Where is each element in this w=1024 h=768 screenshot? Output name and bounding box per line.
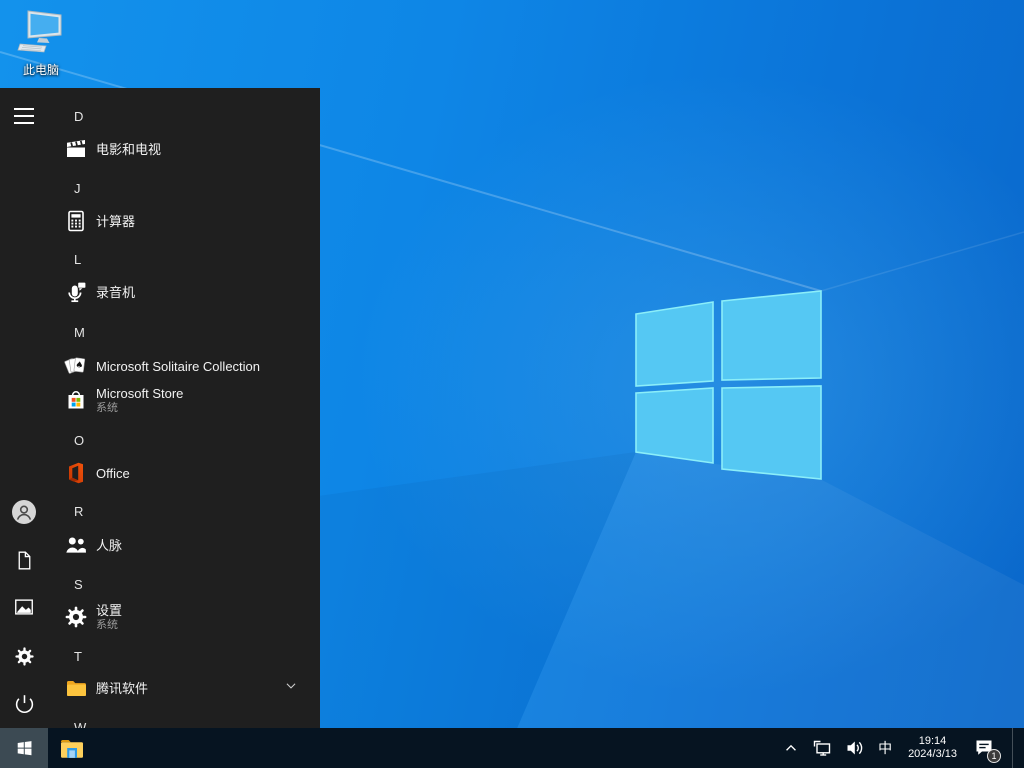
app-label: 计算器	[96, 213, 136, 229]
app-label: Office	[96, 465, 130, 481]
hamburger-menu-button[interactable]	[14, 108, 34, 124]
app-label: 腾讯软件	[96, 680, 149, 696]
app-folder-tencent[interactable]: 腾讯软件	[48, 671, 320, 705]
chevron-down-icon[interactable]	[284, 679, 298, 698]
settings-button-rail[interactable]	[12, 644, 36, 668]
show-desktop-button[interactable]	[1012, 728, 1016, 768]
section-letter-w[interactable]: W	[48, 717, 320, 729]
start-button[interactable]	[0, 728, 48, 768]
app-label: 电影和电视	[96, 141, 162, 157]
app-sublabel: 系统	[96, 401, 118, 414]
app-microsoft-store[interactable]: Microsoft Store 系统	[48, 378, 320, 422]
start-menu-rail	[0, 88, 48, 728]
documents-button[interactable]	[12, 548, 36, 572]
calculator-icon	[64, 209, 88, 233]
pictures-button[interactable]	[12, 595, 36, 619]
playing-cards-icon: ♠	[64, 354, 88, 378]
app-movies-tv[interactable]: 电影和电视	[48, 132, 320, 166]
folder-icon	[64, 676, 88, 700]
app-calculator[interactable]: 计算器	[48, 204, 320, 238]
document-icon	[18, 551, 30, 569]
user-avatar-icon	[12, 500, 36, 524]
chevron-up-icon	[786, 744, 796, 751]
system-tray: 中 19:14 2024/3/13 1	[783, 728, 1016, 768]
app-label: Microsoft Solitaire Collection	[96, 358, 261, 374]
gear-icon	[14, 646, 34, 666]
windows-logo-icon	[17, 740, 31, 755]
power-icon	[15, 694, 33, 713]
this-pc-icon	[17, 10, 62, 53]
microphone-icon	[64, 280, 88, 304]
windows-flag-panes	[635, 290, 822, 480]
clock[interactable]: 19:14 2024/3/13	[905, 735, 960, 761]
notification-badge: 1	[987, 749, 1001, 763]
store-bag-icon	[64, 388, 88, 412]
hidden-icons-button[interactable]	[783, 740, 799, 756]
section-letter-r[interactable]: R	[48, 501, 320, 521]
app-label: 人脉	[96, 537, 123, 553]
section-letter-d[interactable]: D	[48, 106, 320, 126]
start-menu: D 电影和电视 J 计算器 L 录音机 M ♠ Microsoft Solita…	[0, 88, 320, 728]
speaker-icon	[847, 741, 863, 755]
office-logo-icon	[64, 461, 88, 485]
section-letter-m[interactable]: M	[48, 322, 320, 342]
taskbar: 中 19:14 2024/3/13 1	[0, 728, 1024, 768]
section-letter-l[interactable]: L	[48, 249, 320, 269]
network-button[interactable]	[812, 738, 832, 758]
app-voice-recorder[interactable]: 录音机	[48, 275, 320, 309]
people-icon	[64, 533, 88, 557]
desktop-icon-this-pc[interactable]: 此电脑	[10, 8, 72, 78]
windows-desktop: 此电脑 D 电影和电视 J 计算器 L 录音机 M ♠ Microsoft So…	[0, 0, 1024, 768]
app-sublabel: 系统	[96, 618, 118, 631]
tray-date: 2024/3/13	[908, 748, 957, 760]
section-letter-j[interactable]: J	[48, 178, 320, 198]
section-letter-s[interactable]: S	[48, 574, 320, 594]
app-label: Microsoft Store	[96, 385, 184, 401]
section-letter-t[interactable]: T	[48, 646, 320, 666]
start-menu-app-list: D 电影和电视 J 计算器 L 录音机 M ♠ Microsoft Solita…	[48, 88, 320, 728]
ethernet-icon	[813, 740, 831, 756]
user-account-button[interactable]	[12, 500, 36, 524]
file-explorer-icon	[61, 739, 83, 758]
tray-time: 19:14	[918, 735, 947, 747]
svg-text:♠: ♠	[75, 360, 84, 371]
app-label: 录音机	[96, 284, 136, 300]
app-office[interactable]: Office	[48, 456, 320, 490]
power-button[interactable]	[12, 691, 36, 715]
action-center-button[interactable]: 1	[973, 737, 1001, 763]
desktop-icon-label: 此电脑	[22, 63, 59, 77]
file-explorer-button[interactable]	[48, 728, 96, 768]
app-settings[interactable]: 设置 系统	[48, 595, 320, 639]
app-label: 设置	[96, 602, 123, 618]
pictures-icon	[15, 599, 33, 615]
section-letter-o[interactable]: O	[48, 430, 320, 450]
volume-button[interactable]	[845, 738, 865, 758]
settings-gear-icon	[64, 605, 88, 629]
clapperboard-icon	[64, 137, 88, 161]
app-people[interactable]: 人脉	[48, 528, 320, 562]
ime-indicator[interactable]: 中	[878, 728, 892, 768]
